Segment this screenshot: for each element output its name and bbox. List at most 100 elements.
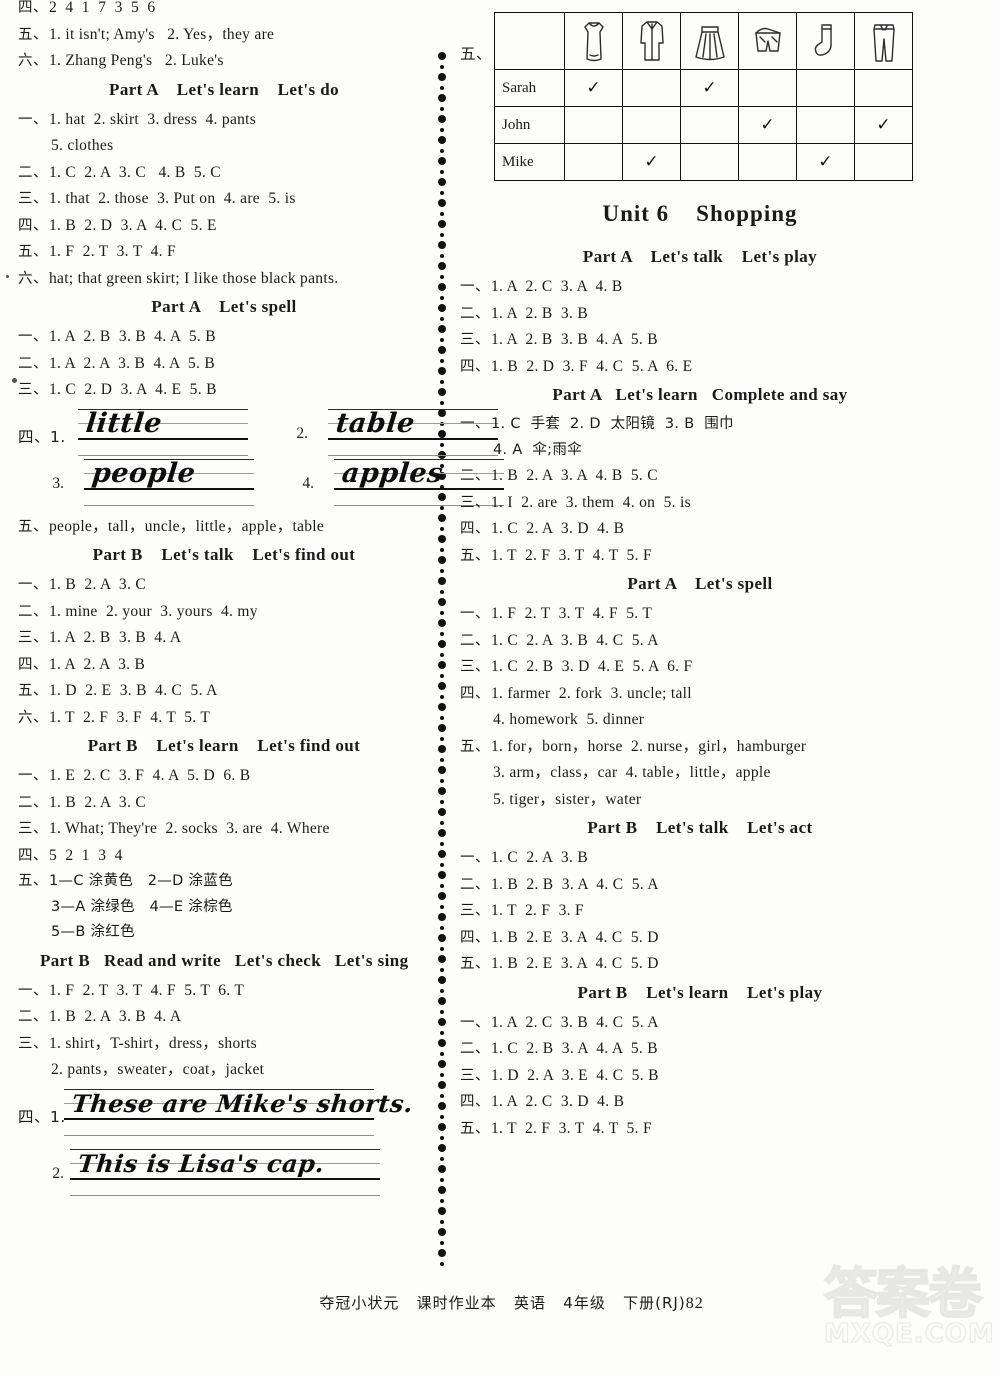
- answer-text: 2 4 1 7 3 5 6: [49, 0, 156, 16]
- exercise-number: 五、: [460, 547, 490, 564]
- answer-row: 一、 1. F 2. T 3. T 4. F 5. T: [460, 606, 940, 622]
- exercise-number: 二、: [18, 603, 48, 620]
- handwriting-row: 2. This is Lisa's cap.: [18, 1148, 430, 1199]
- table-check-cell[interactable]: ✓: [796, 143, 855, 181]
- clothes-checkbox-table: Sarah ✓ ✓ John ✓ ✓ Mike ✓ ✓: [494, 12, 913, 181]
- table-check-cell[interactable]: ✓: [622, 143, 681, 181]
- table-check-cell[interactable]: [854, 69, 913, 107]
- table-check-cell[interactable]: [854, 143, 913, 181]
- handwritten-word: apples: [340, 457, 445, 489]
- jacket-icon: [622, 12, 681, 70]
- exercise-number: 六、: [18, 53, 48, 69]
- table-row-name: John: [494, 106, 565, 144]
- table-check-cell[interactable]: ✓: [738, 106, 797, 144]
- answer-text: 1. B 2. E 3. A 4. C 5. D: [491, 955, 659, 972]
- answer-row: 四、 5 2 1 3 4: [18, 847, 430, 864]
- pants-icon: [854, 12, 913, 70]
- item-number: 4.: [302, 474, 314, 492]
- check-mark-icon: ✓: [586, 78, 601, 98]
- answer-text: 1. F 2. T 3. T 4. F: [49, 243, 176, 260]
- exercise-number: 三、: [460, 903, 490, 919]
- answer-text: 1. B 2. D 3. F 4. C 5. A 6. E: [491, 357, 693, 375]
- exercise-number: 三、: [460, 332, 490, 348]
- exercise-number: 一、: [18, 768, 48, 784]
- exercise-number: 四、1.: [18, 427, 66, 446]
- table-check-cell[interactable]: [622, 69, 681, 107]
- exercise-number: 一、: [460, 416, 490, 432]
- page-footer: 夺冠小状元 课时作业本 英语 4年级 下册(RJ)82: [0, 1274, 1000, 1331]
- table-check-cell[interactable]: [738, 143, 797, 181]
- answer-row: 四、 1. B 2. D 3. F 4. C 5. A 6. E: [460, 357, 940, 375]
- table-check-cell[interactable]: [564, 143, 623, 181]
- answer-text: 3. arm，class，car 4. table，little，apple: [493, 764, 771, 781]
- table-row-name: Sarah: [494, 69, 565, 107]
- answer-text: 1. A 2. B 3. B: [491, 304, 588, 322]
- answer-text: 5—B 涂红色: [51, 924, 135, 940]
- table-row: John ✓ ✓: [494, 106, 913, 144]
- answer-row: 二、 1. B 2. A 3. B 4. A: [18, 1009, 430, 1025]
- answer-text: 1. T 2. F 3. F 4. T 5. T: [49, 708, 211, 726]
- answer-row: 三、 1. I 2. are 3. them 4. on 5. is: [460, 494, 940, 511]
- handwriting-row: 3. people 4. apples: [18, 458, 504, 509]
- answer-row: 四、 1. C 2. A 3. D 4. B: [460, 521, 940, 537]
- answer-text: 1. T 2. F 3. T 4. T 5. F: [491, 1119, 652, 1137]
- table-check-cell[interactable]: ✓: [854, 106, 913, 144]
- answer-text: 1. F 2. T 3. T 4. F 5. T 6. T: [49, 981, 245, 999]
- answer-row: 三、 1. shirt，T-shirt，dress，shorts: [18, 1035, 430, 1052]
- answer-text: 5. tiger，sister，water: [493, 790, 642, 808]
- check-mark-icon: ✓: [760, 115, 775, 135]
- table-row: Mike ✓ ✓: [494, 143, 913, 181]
- exercise-number: 五、: [460, 738, 490, 755]
- answer-row: 一、 1. C 手套 2. D 太阳镜 3. B 围巾: [460, 417, 940, 432]
- answer-row: 二、 1. A 2. B 3. B: [460, 304, 940, 322]
- answer-text: 1. it isn't; Amy's 2. Yes，they are: [49, 25, 275, 43]
- table-check-cell[interactable]: [738, 69, 797, 107]
- page-number: 82: [685, 1295, 704, 1312]
- exercise-number: 三、: [18, 1035, 48, 1052]
- answer-text: 1. A 2. A 3. B: [49, 655, 146, 673]
- answer-text: 1. hat 2. skirt 3. dress 4. pants: [49, 110, 257, 128]
- answer-text: 1. C 2. A 3. B 4. C 5. A: [491, 631, 659, 649]
- item-number: 2.: [296, 424, 308, 442]
- table-check-cell[interactable]: [564, 106, 623, 144]
- exercise-number: 三、: [18, 630, 48, 646]
- answer-text: 1. D 2. E 3. B 4. C 5. A: [49, 682, 218, 699]
- answer-text: hat; that green skirt; I like those blac…: [49, 269, 339, 287]
- answer-row: 五、 1. B 2. E 3. A 4. C 5. D: [460, 956, 940, 972]
- answer-row-continued: 2. pants，sweater，coat，jacket: [18, 1062, 430, 1078]
- answer-row-continued: 4. A 伞;雨伞: [460, 442, 940, 458]
- handwriting-ruled-line: These are Mike's shorts.: [64, 1088, 414, 1139]
- answer-text: 1. B 2. A 3. B 4. A: [49, 1008, 182, 1025]
- exercise-number: 一、: [460, 850, 490, 866]
- answer-text: 1. D 2. A 3. E 4. C 5. B: [491, 1066, 659, 1084]
- table-check-cell[interactable]: [796, 106, 855, 144]
- exercise-number: 三、: [460, 494, 490, 511]
- answer-row: 六、 1. Zhang Peng's 2. Luke's: [18, 53, 430, 69]
- left-column: 四、 2 4 1 7 3 5 6 五、 1. it isn't; Amy's 2. Y…: [18, 0, 504, 1209]
- answer-text: 1. A 2. B 3. B 4. A: [49, 629, 182, 646]
- answer-text: 1. mine 2. your 3. yours 4. my: [49, 602, 258, 620]
- answer-text: 1. C 2. A 3. C 4. B 5. C: [49, 163, 221, 181]
- handwriting-exercise: 四、1. little 2. table 3. people 4. apples: [18, 408, 504, 509]
- answer-text: 5. clothes: [51, 137, 114, 154]
- table-check-cell[interactable]: [680, 106, 739, 144]
- answer-row: 二、 1. A 2. A 3. B 4. A 5. B: [18, 355, 430, 372]
- table-check-cell[interactable]: [680, 143, 739, 181]
- answer-text: 1—C 涂黄色 2—D 涂蓝色: [49, 873, 233, 889]
- exercise-number: 一、: [18, 982, 48, 999]
- table-check-cell[interactable]: [796, 69, 855, 107]
- answer-row: 四、 1. A 2. A 3. B: [18, 655, 430, 673]
- answer-row: 四、 1. B 2. D 3. A 4. C 5. E: [18, 217, 430, 234]
- exercise-number: 四、: [18, 217, 48, 234]
- answer-row: 一、 1. A 2. B 3. B 4. A 5. B: [18, 329, 430, 345]
- answer-row: 二、 1. B 2. B 3. A 4. C 5. A: [460, 876, 940, 893]
- check-mark-icon: ✓: [702, 78, 717, 98]
- table-check-cell[interactable]: ✓: [680, 69, 739, 107]
- answer-row: 二、 1. C 2. A 3. B 4. C 5. A: [460, 631, 940, 649]
- answer-row-continued: 5—B 涂红色: [18, 925, 430, 940]
- table-check-cell[interactable]: [622, 106, 681, 144]
- answer-text: people，tall，uncle，little，apple，table: [49, 517, 325, 535]
- answer-row: 三、 1. C 2. B 3. D 4. E 5. A 6. F: [460, 659, 940, 675]
- section-heading: Part B Let's learn Let's play: [577, 982, 823, 1002]
- table-check-cell[interactable]: ✓: [564, 69, 623, 107]
